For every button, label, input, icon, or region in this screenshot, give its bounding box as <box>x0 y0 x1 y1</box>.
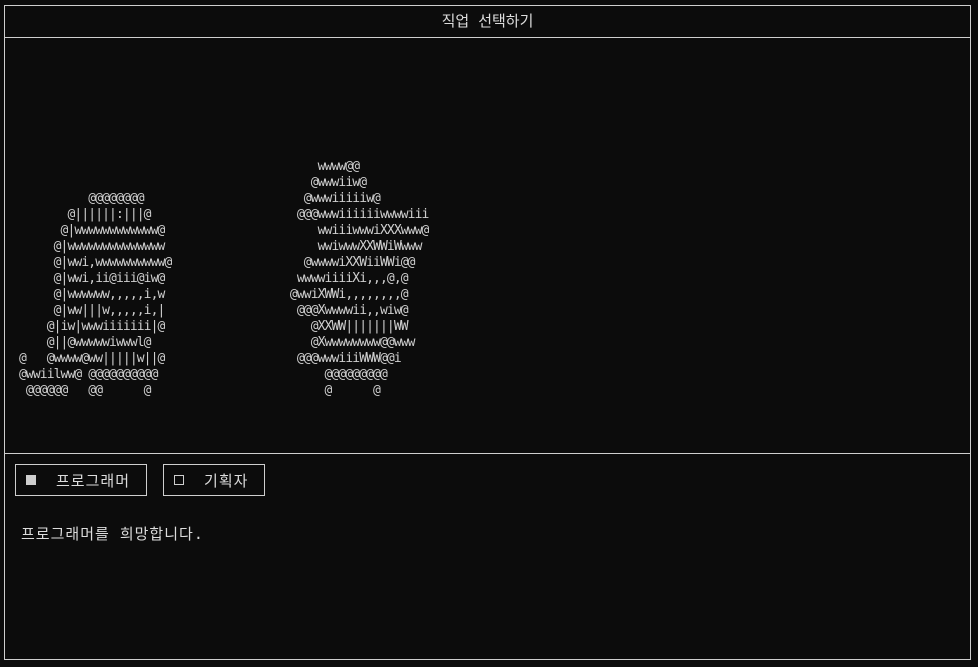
status-message: 프로그래머를 희망합니다. <box>21 525 204 543</box>
checkbox-programmer-icon[interactable] <box>26 475 36 485</box>
planner-ascii-art: wwww@@ @wwwiiw@ @wwwiiiiiw@ @@@wwwiiiiii… <box>289 159 429 398</box>
ascii-art-panel: @@@@@@@@ @||||||:|||@ @|wwwwwwwwwwww@ @|… <box>5 38 970 454</box>
option-programmer[interactable]: 프로그래머 <box>15 464 148 496</box>
checkbox-planner-icon[interactable] <box>174 475 185 485</box>
option-planner-label: 기획자 <box>204 471 249 490</box>
job-options: 프로그래머 기획자 <box>15 464 266 496</box>
option-programmer-label: 프로그래머 <box>56 471 131 490</box>
programmer-ascii-art: @@@@@@@@ @||||||:|||@ @|wwwwwwwwwwww@ @|… <box>19 191 172 398</box>
window-title: 직업 선택하기 <box>5 6 970 38</box>
option-planner[interactable]: 기획자 <box>163 464 266 496</box>
main-window-frame: 직업 선택하기 @@@@@@@@ @||||||:|||@ @|wwwwwwww… <box>4 5 971 660</box>
